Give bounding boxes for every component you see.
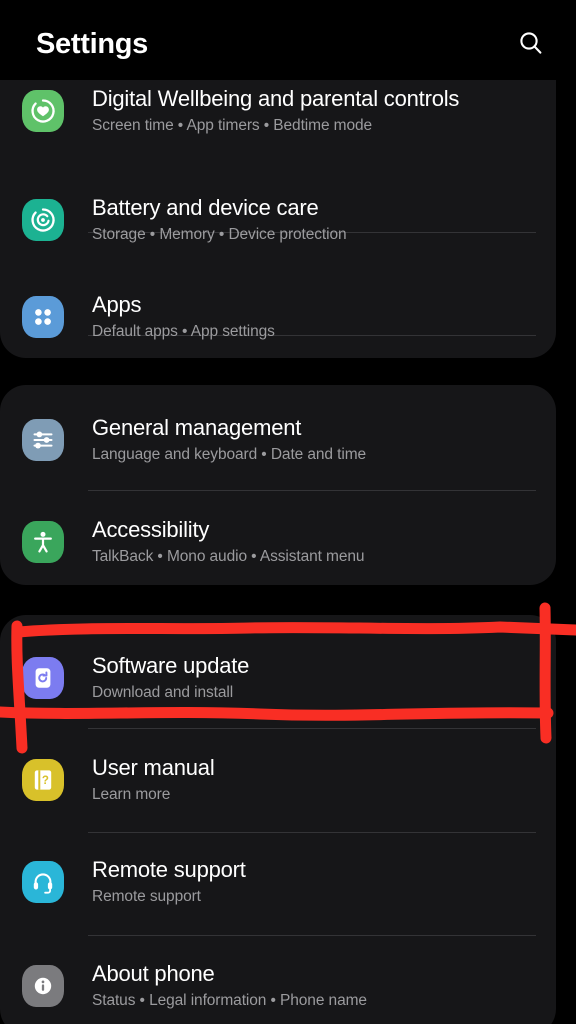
battery-care-icon	[22, 199, 64, 241]
row-title: Battery and device care	[92, 194, 319, 220]
row-icon-container	[22, 90, 64, 132]
headset-icon	[22, 861, 64, 903]
row-subtitle: TalkBack • Mono audio • Assistant menu	[92, 547, 365, 565]
manual-book-icon: ?	[22, 759, 64, 801]
row-text-container: Remote support Remote support	[92, 856, 246, 909]
apps-grid-icon	[22, 296, 64, 338]
sliders-icon	[22, 419, 64, 461]
row-title: General management	[92, 414, 302, 440]
settings-card-3: Software update Download and install ? U…	[0, 615, 556, 1024]
row-icon-container	[22, 521, 64, 563]
row-title: Apps	[92, 291, 142, 317]
row-icon-container	[22, 296, 64, 338]
settings-screen: Settings Digital Wellbeing and parental …	[0, 0, 576, 1024]
row-divider	[88, 832, 536, 833]
svg-text:?: ?	[42, 775, 49, 787]
settings-row-general-management[interactable]: General management Language and keyboard…	[0, 395, 556, 485]
page-title: Settings	[36, 28, 148, 60]
row-text-container: Software update Download and install	[92, 652, 249, 705]
info-circle-icon	[22, 965, 64, 1007]
row-subtitle: Storage • Memory • Device protection	[92, 225, 347, 243]
row-subtitle: Learn more	[92, 785, 171, 803]
row-title: About phone	[92, 960, 215, 986]
search-button[interactable]	[508, 20, 554, 66]
row-text-container: Accessibility TalkBack • Mono audio • As…	[92, 516, 365, 569]
row-subtitle: Screen time • App timers • Bedtime mode	[92, 116, 373, 134]
row-icon-container	[22, 861, 64, 903]
software-update-icon	[22, 657, 64, 699]
row-title: Digital Wellbeing and parental controls	[92, 85, 460, 111]
row-text-container: Digital Wellbeing and parental controls …	[92, 85, 459, 138]
search-icon	[520, 32, 542, 54]
heart-shield-icon	[22, 90, 64, 132]
settings-row-digital-wellbeing[interactable]: Digital Wellbeing and parental controls …	[0, 72, 556, 150]
row-icon-container	[22, 965, 64, 1007]
row-subtitle: Remote support	[92, 887, 201, 905]
row-text-container: Apps Default apps • App settings	[92, 291, 275, 344]
row-icon-container	[22, 199, 64, 241]
row-subtitle: Language and keyboard • Date and time	[92, 445, 367, 463]
settings-card-1: Digital Wellbeing and parental controls …	[0, 80, 556, 358]
row-title: Software update	[92, 652, 250, 678]
accessibility-person-icon	[22, 521, 64, 563]
settings-row-software-update[interactable]: Software update Download and install	[0, 633, 556, 723]
row-text-container: General management Language and keyboard…	[92, 414, 366, 467]
settings-row-battery-and-device-care[interactable]: Battery and device care Storage • Memory…	[0, 170, 556, 270]
row-text-container: User manual Learn more	[92, 754, 215, 807]
row-text-container: About phone Status • Legal information •…	[92, 960, 367, 1013]
row-divider	[88, 728, 536, 729]
settings-row-accessibility[interactable]: Accessibility TalkBack • Mono audio • As…	[0, 497, 556, 587]
settings-row-remote-support[interactable]: Remote support Remote support	[0, 837, 556, 927]
row-title: User manual	[92, 754, 215, 780]
row-icon-container: ?	[22, 759, 64, 801]
row-title: Remote support	[92, 856, 246, 882]
settings-row-apps[interactable]: Apps Default apps • App settings	[0, 272, 556, 362]
row-subtitle: Status • Legal information • Phone name	[92, 991, 367, 1009]
settings-row-about-phone[interactable]: About phone Status • Legal information •…	[0, 941, 556, 1024]
row-title: Accessibility	[92, 516, 210, 542]
row-divider	[88, 935, 536, 936]
row-icon-container	[22, 419, 64, 461]
row-subtitle: Download and install	[92, 683, 234, 701]
settings-card-2: General management Language and keyboard…	[0, 385, 556, 585]
row-divider	[88, 490, 536, 491]
row-icon-container	[22, 657, 64, 699]
app-header: Settings	[0, 0, 576, 80]
row-text-container: Battery and device care Storage • Memory…	[92, 194, 347, 247]
row-subtitle: Default apps • App settings	[92, 322, 275, 340]
settings-row-user-manual[interactable]: ? User manual Learn more	[0, 735, 556, 825]
